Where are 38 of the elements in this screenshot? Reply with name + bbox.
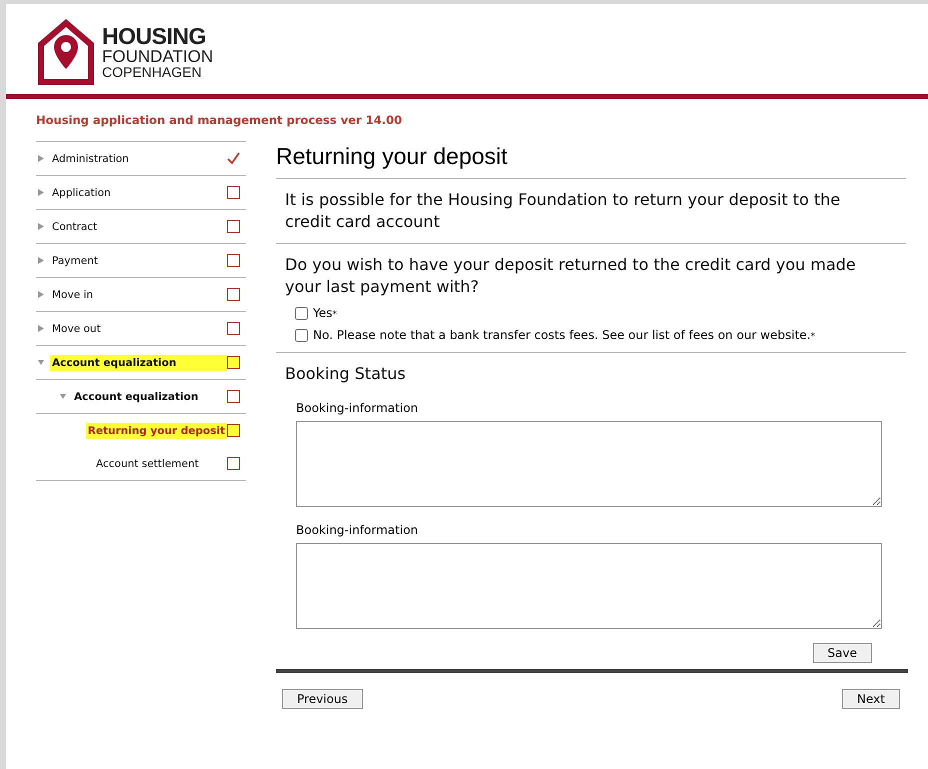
previous-button[interactable]: Previous xyxy=(282,689,363,709)
logo-text: COPENHAGEN xyxy=(102,65,203,79)
next-button[interactable]: Next xyxy=(842,689,900,709)
save-button[interactable]: Save xyxy=(812,643,872,663)
field-label: Booking-information xyxy=(296,401,420,415)
house-pin-logo-icon xyxy=(36,17,96,87)
booking-textarea[interactable] xyxy=(296,543,882,629)
collapsed-triangle-icon[interactable] xyxy=(38,189,44,196)
sidebar-item[interactable]: Account settlement xyxy=(94,456,227,472)
collapsed-triangle-icon[interactable] xyxy=(38,223,44,230)
question-text: Do you wish to have your deposit returned to the credit card you made your last payment with? xyxy=(285,254,857,298)
field-label: Booking-information xyxy=(296,523,420,537)
option-label: Yes* xyxy=(313,306,337,320)
sidebar-item[interactable]: Payment xyxy=(50,252,227,268)
sidebar-item[interactable]: Move out xyxy=(50,320,227,336)
option-checkbox[interactable] xyxy=(295,329,308,342)
process-title: Housing application and management process ver 14.00 xyxy=(35,112,403,127)
expanded-triangle-icon[interactable] xyxy=(38,359,44,366)
collapsed-triangle-icon[interactable] xyxy=(38,291,44,298)
info-text: It is possible for the Housing Foundation to return your deposit to the credit card account xyxy=(285,189,842,233)
sidebar-item[interactable]: Move in xyxy=(50,286,227,302)
sidebar-item[interactable]: Administration xyxy=(50,150,227,166)
option-checkbox[interactable] xyxy=(295,307,308,320)
sidebar-item[interactable]: Contract xyxy=(50,218,227,234)
logo-text: HOUSING xyxy=(102,25,207,48)
option-label: No. Please note that a bank transfer costs fees. See our list of fees on our website.* xyxy=(313,328,816,342)
collapsed-triangle-icon[interactable] xyxy=(38,257,44,264)
collapsed-triangle-icon[interactable] xyxy=(38,325,44,332)
page-title: Returning your deposit xyxy=(276,141,906,179)
logo-text: FOUNDATION xyxy=(102,48,214,65)
sidebar-item[interactable]: Account equalization xyxy=(72,388,227,404)
sidebar-item[interactable]: Application xyxy=(50,184,227,200)
collapsed-triangle-icon[interactable] xyxy=(38,155,44,162)
section-title: Booking Status xyxy=(285,363,407,385)
booking-textarea[interactable] xyxy=(296,421,882,507)
sidebar-item[interactable]: Account equalization xyxy=(50,354,227,370)
sidebar-item[interactable]: Returning your deposit xyxy=(86,422,227,438)
expanded-triangle-icon[interactable] xyxy=(60,393,66,400)
